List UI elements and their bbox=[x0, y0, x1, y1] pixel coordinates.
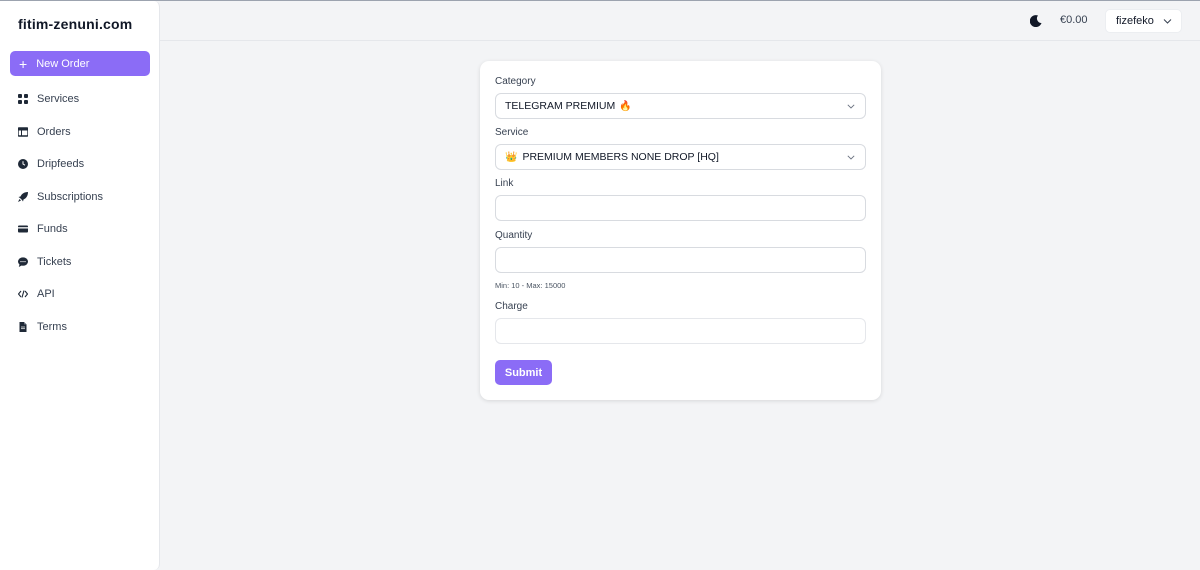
document-icon bbox=[18, 321, 28, 332]
chat-bubble-icon bbox=[18, 257, 28, 267]
service-label: Service bbox=[495, 127, 529, 138]
category-select[interactable]: TELEGRAM PREMIUM 🔥 bbox=[495, 93, 866, 119]
new-order-label: New Order bbox=[36, 57, 90, 70]
sidebar-item-subscriptions[interactable]: Subscriptions bbox=[0, 181, 160, 214]
charge-label: Charge bbox=[495, 301, 528, 312]
new-order-form: Category TELEGRAM PREMIUM 🔥 Service 👑 PR… bbox=[480, 61, 881, 400]
plus-icon: + bbox=[19, 55, 28, 72]
sidebar-item-label: Tickets bbox=[37, 255, 72, 268]
service-select[interactable]: 👑 PREMIUM MEMBERS NONE DROP [HQ] bbox=[495, 144, 866, 170]
sidebar-item-services[interactable]: Services bbox=[0, 83, 160, 116]
sidebar-nav: Services Orders Dripfeeds Subscriptions … bbox=[0, 83, 160, 343]
sidebar-item-label: Services bbox=[37, 93, 80, 106]
brand-logo[interactable]: fitim-zenuni.com bbox=[18, 16, 132, 32]
user-menu-button[interactable]: fizefeko bbox=[1105, 9, 1182, 33]
username: fizefeko bbox=[1116, 15, 1154, 27]
sidebar-item-terms[interactable]: Terms bbox=[0, 311, 160, 344]
sidebar-item-funds[interactable]: Funds bbox=[0, 213, 160, 246]
sidebar-item-dripfeeds[interactable]: Dripfeeds bbox=[0, 148, 160, 181]
charge-field bbox=[495, 318, 866, 344]
sidebar-item-label: Dripfeeds bbox=[37, 158, 85, 171]
sidebar-item-label: Terms bbox=[37, 320, 67, 333]
sidebar-item-label: Orders bbox=[37, 125, 71, 138]
rocket-icon bbox=[18, 191, 28, 202]
clock-icon bbox=[18, 159, 28, 170]
sidebar: fitim-zenuni.com + New Order Services Or… bbox=[0, 1, 160, 570]
table-icon bbox=[18, 127, 28, 137]
chevron-down-icon bbox=[847, 104, 855, 109]
moon-icon[interactable] bbox=[1029, 14, 1042, 28]
chevron-down-icon bbox=[847, 155, 855, 160]
code-icon bbox=[18, 289, 28, 299]
crown-icon: 👑 bbox=[505, 151, 518, 163]
credit-card-icon bbox=[18, 224, 28, 234]
sidebar-item-label: Subscriptions bbox=[37, 190, 104, 203]
submit-button[interactable]: Submit bbox=[495, 360, 552, 385]
fire-icon: 🔥 bbox=[619, 100, 632, 112]
service-value: PREMIUM MEMBERS NONE DROP [HQ] bbox=[522, 151, 719, 163]
grid-icon bbox=[18, 94, 28, 105]
sidebar-item-label: Funds bbox=[37, 223, 68, 236]
category-label: Category bbox=[495, 76, 536, 87]
quantity-hint: Min: 10 - Max: 15000 bbox=[495, 281, 566, 290]
balance-display: €0.00 bbox=[1060, 14, 1088, 26]
link-label: Link bbox=[495, 178, 514, 189]
link-input[interactable] bbox=[495, 195, 866, 221]
sidebar-item-tickets[interactable]: Tickets bbox=[0, 246, 160, 279]
chevron-down-icon bbox=[1163, 19, 1172, 24]
category-value: TELEGRAM PREMIUM bbox=[505, 100, 616, 112]
top-header: €0.00 fizefeko bbox=[160, 1, 1200, 41]
sidebar-item-api[interactable]: API bbox=[0, 278, 160, 311]
quantity-input[interactable] bbox=[495, 247, 866, 273]
sidebar-item-orders[interactable]: Orders bbox=[0, 116, 160, 149]
sidebar-item-label: API bbox=[37, 288, 55, 301]
quantity-label: Quantity bbox=[495, 230, 533, 241]
new-order-button[interactable]: + New Order bbox=[10, 51, 150, 76]
